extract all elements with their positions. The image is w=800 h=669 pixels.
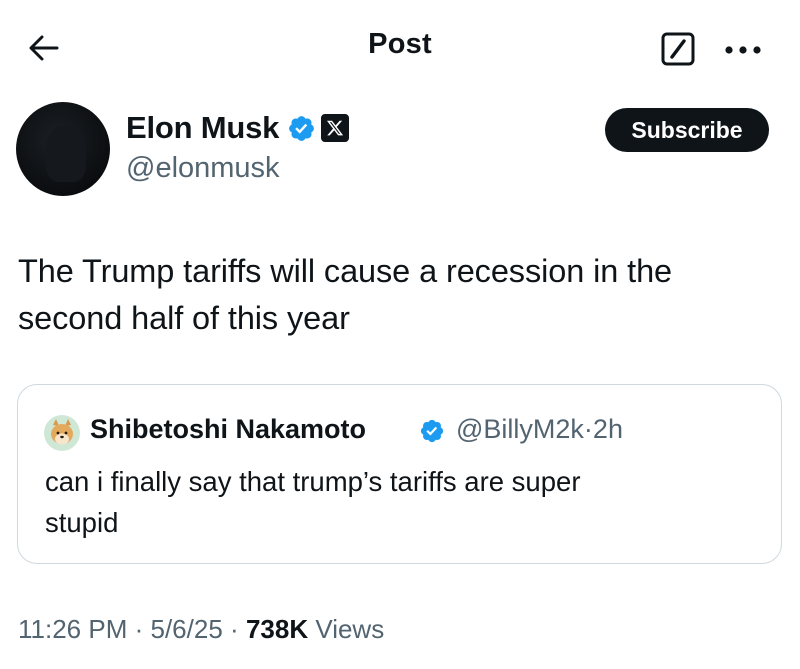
meta-separator: · xyxy=(583,414,593,444)
back-button[interactable] xyxy=(22,26,66,70)
quote-author-avatar xyxy=(44,415,80,451)
quote-age: 2h xyxy=(592,414,623,444)
affiliate-badge[interactable] xyxy=(321,114,349,142)
arrow-left-icon xyxy=(29,35,59,61)
quote-text-line: can i finally say that trump’s tariffs a… xyxy=(45,466,581,497)
post-date[interactable]: 5/6/25 xyxy=(151,614,223,644)
grok-button[interactable] xyxy=(658,29,698,69)
post-time[interactable]: 11:26 PM xyxy=(18,614,127,644)
quote-author-handle: @BillyM2k xyxy=(456,414,584,444)
avatar-silhouette xyxy=(46,126,86,182)
tweet-text-line: second half of this year xyxy=(18,300,350,336)
author-avatar[interactable] xyxy=(16,102,110,196)
meta-separator: · xyxy=(134,614,144,644)
quote-verified-badge-icon xyxy=(420,419,444,443)
quote-author-name: Shibetoshi Nakamoto xyxy=(90,414,367,444)
views-count[interactable]: 738K xyxy=(246,614,308,644)
more-options-button[interactable] xyxy=(718,30,768,70)
x-logo-icon xyxy=(326,120,344,136)
tweet-text-line: The Trump tariffs will cause a recession… xyxy=(18,253,673,289)
verified-badge-icon[interactable] xyxy=(287,114,316,143)
tweet-text: The Trump tariffs will cause a recession… xyxy=(18,248,778,342)
quote-text: can i finally say that trump’s tariffs a… xyxy=(45,461,745,543)
top-bar: Post xyxy=(0,0,800,96)
more-horizontal-icon xyxy=(725,46,761,54)
quote-text-line: stupid xyxy=(45,507,119,538)
grok-slash-icon xyxy=(661,32,695,66)
quoted-post-card[interactable]: Shibetoshi Nakamoto @BillyM2k·2h can i f… xyxy=(17,384,782,564)
views-label: Views xyxy=(315,614,385,644)
shiba-dog-avatar-icon xyxy=(44,415,80,451)
subscribe-button[interactable]: Subscribe xyxy=(605,108,769,152)
author-handle[interactable]: @elonmusk xyxy=(126,152,280,185)
meta-separator: · xyxy=(230,614,239,644)
post-meta-row: 11:26 PM · 5/6/25 · 738K Views xyxy=(18,614,384,645)
quote-meta: @BillyM2k·2h xyxy=(456,414,623,445)
author-name[interactable]: Elon Musk xyxy=(126,110,279,146)
